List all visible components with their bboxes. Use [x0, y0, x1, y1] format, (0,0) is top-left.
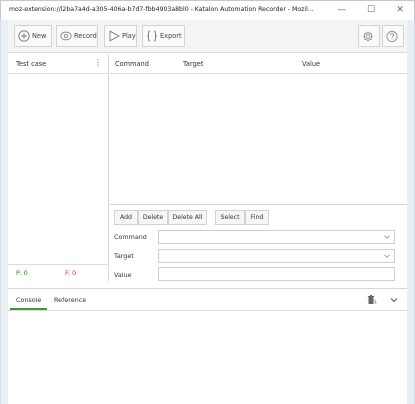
tab-reference[interactable]: Reference — [54, 296, 86, 304]
command-table-header: Command Target Value — [110, 54, 407, 74]
maximize-button[interactable]: ☐ — [356, 1, 386, 20]
more-menu-icon[interactable]: ⋮ — [94, 59, 102, 67]
play-icon — [108, 30, 120, 42]
clear-log-icon[interactable] — [366, 294, 378, 306]
command-panel: Command Target Value Add Delete Delete A… — [110, 54, 407, 281]
chevron-down-icon — [383, 233, 391, 243]
tab-console[interactable]: Console — [16, 296, 41, 304]
target-dropdown[interactable] — [158, 249, 395, 263]
command-dropdown[interactable] — [158, 230, 395, 244]
select-button[interactable]: Select — [215, 210, 245, 225]
value-input[interactable] — [158, 267, 395, 281]
new-label: New — [32, 32, 47, 40]
background-edge-left — [0, 20, 8, 404]
column-command: Command — [115, 60, 149, 68]
column-value: Value — [302, 60, 321, 68]
test-case-status-bar: P: 0 F: 0 — [8, 264, 109, 281]
window-title: moz-extension://l2ba7a4d-a305-406a-b7d7-… — [9, 6, 314, 13]
new-button[interactable]: New — [14, 25, 52, 47]
command-table-body[interactable] — [110, 74, 407, 224]
active-tab-indicator — [10, 308, 47, 310]
bottom-panel: Console Reference — [8, 288, 407, 404]
test-case-header: Test case ⋮ — [8, 54, 108, 74]
export-label: Export — [160, 32, 182, 40]
record-button[interactable]: Record — [56, 25, 98, 47]
record-icon — [60, 30, 72, 42]
test-case-panel: Test case ⋮ P: 0 F: 0 — [8, 54, 109, 281]
export-button[interactable]: Export — [142, 25, 185, 47]
pass-count: P: 0 — [16, 270, 28, 277]
window-titlebar: moz-extension://l2ba7a4d-a305-406a-b7d7-… — [0, 0, 415, 20]
record-label: Record — [74, 32, 97, 40]
settings-button[interactable] — [358, 25, 380, 47]
test-case-list[interactable] — [8, 74, 108, 264]
plus-icon — [18, 30, 30, 42]
recorder-app: New Record Play Export Test case ⋮ P: 0 … — [8, 20, 407, 404]
command-label: Command — [114, 233, 147, 241]
play-label: Play — [122, 32, 136, 40]
delete-all-button[interactable]: Delete All — [168, 210, 207, 225]
console-log — [8, 312, 407, 404]
help-button[interactable] — [382, 25, 404, 47]
bottom-tabs: Console Reference — [8, 289, 407, 311]
toolbar: New Record Play Export — [8, 20, 407, 53]
value-label: Value — [114, 271, 132, 279]
background-edge-right — [407, 20, 415, 404]
test-case-title: Test case — [16, 59, 47, 68]
minimize-button[interactable]: — — [327, 1, 357, 20]
export-braces-icon — [146, 30, 158, 42]
gear-icon — [362, 30, 374, 42]
column-target: Target — [183, 60, 204, 68]
target-label: Target — [114, 252, 134, 260]
chevron-down-icon — [383, 252, 391, 262]
question-icon — [386, 30, 398, 42]
add-button[interactable]: Add — [114, 210, 138, 225]
find-button[interactable]: Find — [245, 210, 269, 225]
play-button[interactable]: Play — [104, 25, 137, 47]
command-editor: Add Delete Delete All Select Find Comman… — [110, 204, 407, 281]
collapse-panel-icon[interactable] — [389, 295, 399, 305]
fail-count: F: 0 — [65, 270, 77, 277]
delete-button[interactable]: Delete — [138, 210, 168, 225]
close-window-button[interactable]: ✕ — [385, 1, 415, 20]
